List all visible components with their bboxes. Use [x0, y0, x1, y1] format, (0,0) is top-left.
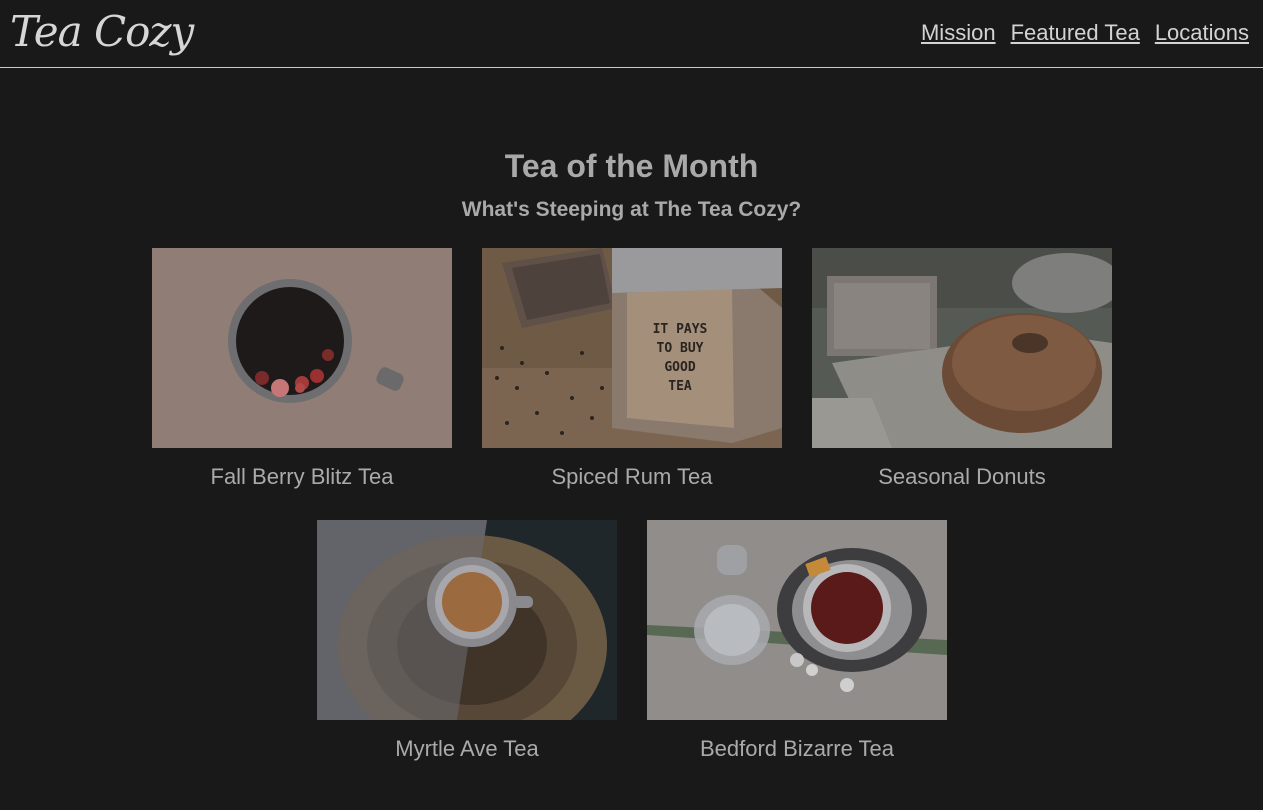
box-text-line-2: TO BUY: [657, 341, 704, 356]
tea-card-spiced-rum: IT PAYS TO BUY GOOD TEA Spiced Rum Tea: [482, 248, 782, 490]
seasonal-donuts-photo: [812, 248, 1112, 448]
tea-card-seasonal-donuts: Seasonal Donuts: [812, 248, 1112, 490]
nav-link-locations[interactable]: Locations: [1155, 20, 1249, 46]
tea-caption: Spiced Rum Tea: [551, 464, 713, 489]
site-header: Tea Cozy Mission Featured Tea Locations: [0, 0, 1263, 68]
tea-card-bedford-bizarre: Bedford Bizarre Tea: [647, 520, 947, 762]
tea-caption: Fall Berry Blitz Tea: [210, 464, 394, 489]
fall-berry-tea-photo: [152, 248, 452, 448]
tea-card-fall-berry: Fall Berry Blitz Tea: [152, 248, 452, 490]
box-text-line-1: IT PAYS: [653, 322, 708, 337]
page-subtitle: What's Steeping at The Tea Cozy?: [461, 198, 802, 221]
spiced-rum-tea-photo: IT PAYS TO BUY GOOD TEA: [482, 248, 782, 448]
nav-link-mission[interactable]: Mission: [921, 20, 996, 46]
tea-caption: Seasonal Donuts: [878, 464, 1046, 489]
tea-caption: Bedford Bizarre Tea: [699, 736, 895, 761]
tea-card-myrtle-ave: Myrtle Ave Tea: [317, 520, 617, 762]
page-title: Tea of the Month: [504, 148, 759, 184]
tea-caption: Myrtle Ave Tea: [395, 736, 539, 761]
box-text-line-4: TEA: [668, 379, 692, 394]
main-nav: Mission Featured Tea Locations: [921, 20, 1249, 46]
logo[interactable]: Tea Cozy: [10, 4, 194, 60]
myrtle-ave-tea-photo: [317, 520, 617, 720]
nav-link-featured-tea[interactable]: Featured Tea: [1011, 20, 1140, 46]
box-text-line-3: GOOD: [664, 360, 695, 375]
bedford-bizarre-tea-photo: [647, 520, 947, 720]
